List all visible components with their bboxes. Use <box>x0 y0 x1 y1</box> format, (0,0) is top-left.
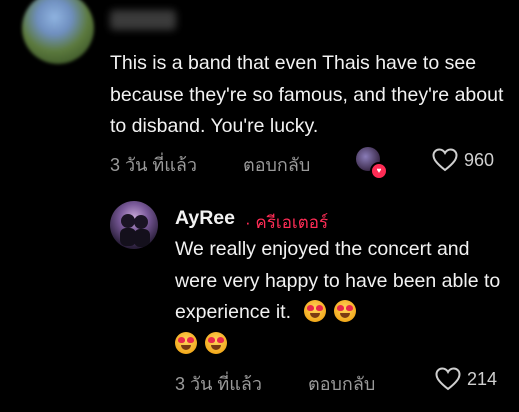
creator-liked-heart-icon: ♥ <box>370 162 388 180</box>
reply-reply-button[interactable]: ตอบกลับ <box>308 369 375 398</box>
comment-text: This is a band that even Thais have to s… <box>110 52 504 137</box>
commenter-avatar[interactable] <box>22 0 94 64</box>
like-heart-icon[interactable] <box>432 148 458 172</box>
reply-like-count: 214 <box>467 369 498 389</box>
avatar-photo <box>120 214 150 247</box>
heart-eyes-emoji-icon <box>334 300 357 322</box>
comment-reply-button[interactable]: ตอบกลับ <box>243 150 310 179</box>
comment-like-count: 960 <box>464 150 495 170</box>
reply-author-name[interactable]: AyRee <box>175 207 235 230</box>
heart-eyes-emoji-icon <box>304 300 327 322</box>
reply-author-avatar[interactable] <box>110 201 158 249</box>
comment-timestamp: 3 วัน ที่แล้ว <box>110 155 198 175</box>
reply-timestamp: 3 วัน ที่แล้ว <box>175 374 263 394</box>
heart-eyes-emoji-icon <box>175 331 197 354</box>
reply-text: We really enjoyed the concert and were v… <box>175 234 505 360</box>
commenter-name-blurred[interactable] <box>110 10 176 30</box>
like-heart-icon[interactable] <box>435 367 461 391</box>
heart-eyes-emoji-icon <box>205 331 227 354</box>
creator-badge: · ครีเอเตอร์ <box>245 213 329 232</box>
